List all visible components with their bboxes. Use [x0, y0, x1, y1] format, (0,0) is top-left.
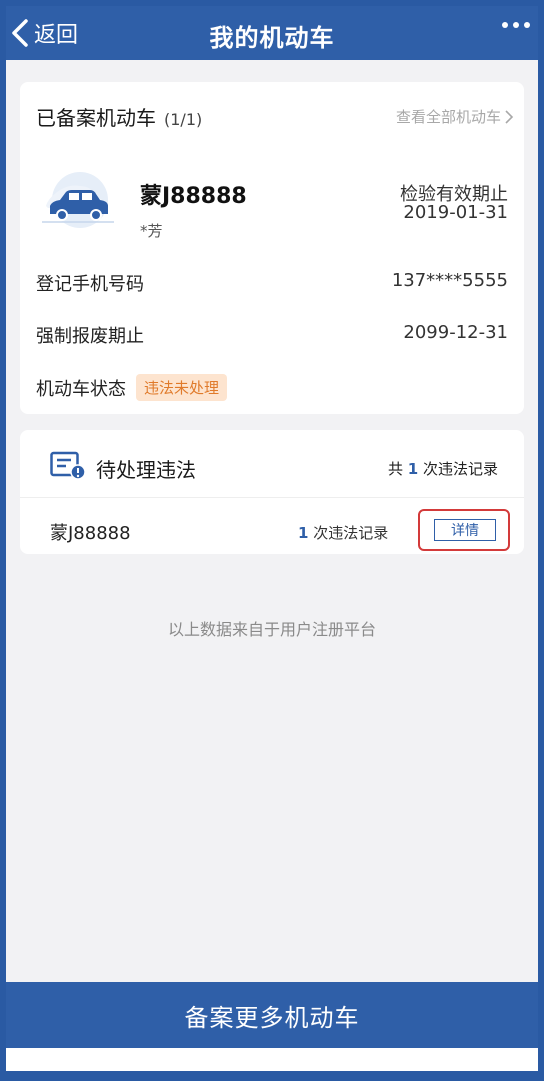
more-dot [513, 22, 519, 28]
violations-total: 共 1 次违法记录 [388, 458, 498, 479]
pending-violations-card: 待处理违法 共 1 次违法记录 蒙J88888 1 次违法记录 详情 [20, 430, 524, 554]
total-suffix: 次违法记录 [422, 460, 498, 478]
source-note: 以上数据来自于用户注册平台 [167, 620, 376, 639]
item-count: 1 [298, 524, 309, 542]
violation-document-icon [50, 451, 86, 480]
card-title: 已备案机动车 (1/1) [36, 102, 202, 131]
more-icon[interactable] [502, 22, 530, 28]
page-title: 我的机动车 [209, 24, 335, 52]
item-suffix: 次违法记录 [313, 524, 389, 542]
status-row: 机动车状态 违法未处理 [36, 374, 508, 401]
register-more-vehicles-button[interactable]: 备案更多机动车 [6, 982, 538, 1048]
phone-row: 登记手机号码 137****5555 [36, 270, 508, 296]
status-badge: 违法未处理 [136, 374, 228, 401]
scrap-row: 强制报废期止 2099-12-31 [36, 322, 508, 348]
bottom-strip [6, 1048, 538, 1071]
chevron-right-icon [505, 109, 514, 124]
more-dot [524, 22, 530, 28]
view-all-vehicles-link[interactable]: 查看全部机动车 [396, 106, 514, 127]
violations-title: 待处理违法 [96, 458, 196, 482]
total-prefix: 共 [387, 460, 403, 478]
more-dot [502, 22, 508, 28]
vehicle-owner: *芳 [140, 222, 163, 240]
card-title-text: 已备案机动车 [36, 106, 156, 130]
scrap-label: 强制报废期止 [36, 326, 144, 347]
phone-label: 登记手机号码 [36, 274, 144, 295]
inspection-date: 2019-01-31 [403, 202, 508, 223]
nav-bar: 返回 我的机动车 [6, 6, 538, 60]
scrap-value: 2099-12-31 [403, 322, 508, 343]
car-icon [42, 172, 114, 228]
vehicle-plate: 蒙J88888 [140, 184, 247, 209]
vehicle-count: (1/1) [164, 110, 203, 129]
total-count: 1 [407, 460, 419, 478]
violations-header: 待处理违法 共 1 次违法记录 [20, 430, 524, 498]
phone-value: 137****5555 [391, 270, 508, 291]
status-label: 机动车状态 [36, 379, 126, 400]
violation-plate: 蒙J88888 [50, 523, 131, 544]
violation-count: 1 次违法记录 [298, 522, 388, 543]
detail-button[interactable]: 详情 [434, 519, 496, 541]
view-all-label: 查看全部机动车 [395, 108, 501, 126]
registered-vehicle-card: 已备案机动车 (1/1) 查看全部机动车 蒙J88888 *芳 检验有效期止 20… [20, 82, 524, 414]
app-frame: 返回 我的机动车 已备案机动车 (1/1) 查看全部机动车 蒙J88888 *芳… [0, 0, 544, 1081]
